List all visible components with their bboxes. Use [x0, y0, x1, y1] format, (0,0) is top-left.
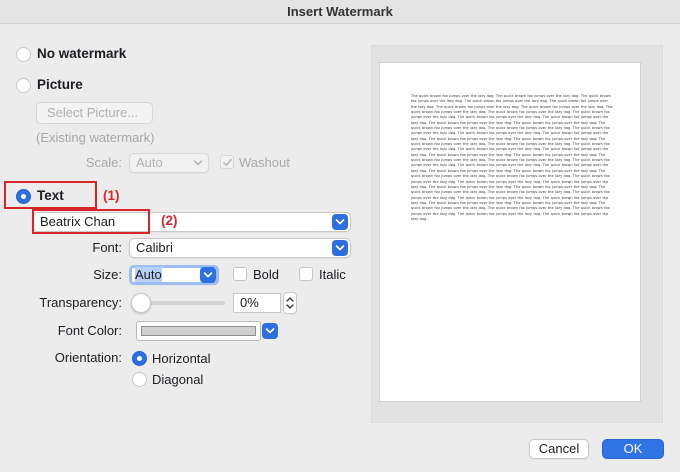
washout-label: Washout [239, 155, 290, 170]
transparency-slider-knob[interactable] [131, 293, 151, 313]
chevron-down-icon[interactable] [332, 240, 348, 256]
text-radio[interactable] [16, 189, 31, 204]
font-color-label: Font Color: [20, 323, 122, 338]
scale-label: Scale: [60, 155, 122, 170]
cancel-button[interactable]: Cancel [529, 439, 589, 459]
transparency-label: Transparency: [20, 295, 122, 310]
no-watermark-radio[interactable] [16, 47, 31, 62]
picture-radio[interactable] [16, 78, 31, 93]
font-value: Calibri [136, 240, 173, 255]
select-picture-button[interactable]: Select Picture... [36, 102, 153, 124]
existing-watermark-label: (Existing watermark) [36, 130, 154, 145]
annotation-box-2 [32, 209, 150, 234]
window-title: Insert Watermark [0, 0, 680, 24]
checkmark-icon [222, 157, 233, 168]
italic-checkbox[interactable] [299, 267, 313, 281]
chevron-down-icon[interactable] [262, 323, 278, 339]
scale-select[interactable]: Auto [129, 153, 209, 173]
chevron-down-icon[interactable] [332, 214, 348, 230]
font-label: Font: [40, 240, 122, 255]
italic-label: Italic [319, 267, 346, 282]
size-value: Auto [135, 267, 162, 282]
preview-page: The quick brown fox jumps over the lazy … [379, 62, 641, 402]
insert-watermark-dialog: Insert Watermark No watermark Picture Se… [0, 0, 680, 472]
size-combobox[interactable]: Auto [129, 265, 219, 285]
orientation-label: Orientation: [20, 350, 122, 365]
up-down-stepper-icon [286, 295, 294, 311]
preview-sample-text: The quick brown fox jumps over the lazy … [411, 94, 613, 222]
diagonal-label[interactable]: Diagonal [152, 372, 203, 387]
washout-checkbox[interactable] [220, 155, 234, 169]
text-label[interactable]: Text [37, 188, 64, 203]
annotation-label-2: (2) [161, 213, 178, 228]
transparency-stepper[interactable] [283, 292, 297, 314]
annotation-label-1: (1) [103, 188, 120, 203]
horizontal-label[interactable]: Horizontal [152, 351, 211, 366]
diagonal-radio[interactable] [132, 372, 147, 387]
ok-button[interactable]: OK [602, 439, 664, 459]
transparency-field[interactable]: 0% [233, 293, 281, 313]
size-label: Size: [40, 267, 122, 282]
horizontal-radio[interactable] [132, 351, 147, 366]
chevron-down-icon[interactable] [200, 267, 216, 283]
font-select[interactable]: Calibri [129, 238, 351, 258]
chevron-down-icon [190, 155, 206, 171]
no-watermark-label[interactable]: No watermark [37, 46, 126, 61]
picture-label[interactable]: Picture [37, 77, 83, 92]
font-color-well[interactable] [136, 321, 261, 341]
bold-checkbox[interactable] [233, 267, 247, 281]
bold-label: Bold [253, 267, 279, 282]
font-color-swatch [141, 326, 256, 336]
scale-value: Auto [136, 155, 163, 170]
